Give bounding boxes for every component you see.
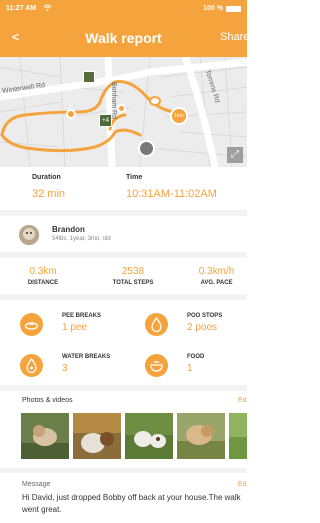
activity-name: POO STOPS (187, 313, 223, 319)
photos-header: Photos & videos Edit (0, 397, 247, 409)
photo-thumbnail[interactable] (177, 413, 225, 459)
wifi-icon (43, 4, 52, 13)
dog-card[interactable]: Brandon 54lbs, 1year, 3mo, old (0, 216, 247, 252)
stat-distance: 0.3km DISTANCE (18, 266, 68, 286)
water-drop-icon (20, 354, 43, 377)
stat-steps: 2538 TOTAL STEPS (103, 266, 163, 286)
photos-edit-button[interactable]: Edit (238, 397, 247, 404)
poo-marker-icon[interactable] (117, 104, 126, 113)
share-button[interactable]: Share (220, 31, 247, 43)
activity-grid: PEE BREAKS 1 pee POO STOPS 2 poos WATER … (0, 300, 247, 383)
header: 11:27 AM 100 % < Walk report Share (0, 0, 247, 57)
activity-count: 1 (187, 363, 193, 374)
dog-name: Brandon (52, 225, 85, 234)
walk-stats: 0.3km DISTANCE 2538 TOTAL STEPS 0.3km/h … (0, 258, 247, 292)
pee-marker-icon[interactable] (149, 96, 161, 106)
food-bowl-icon (145, 354, 168, 377)
message-edit-button[interactable]: Edit (238, 481, 247, 488)
time-value: 10:31AM-11:02AM (126, 188, 217, 200)
expand-map-icon[interactable]: ⤢ (227, 147, 243, 163)
stat-label: TOTAL STEPS (112, 280, 154, 286)
duration-label: Duration (32, 174, 61, 181)
message-text: Hi David, just dropped Bobby off back at… (22, 493, 241, 514)
activity-count: 2 poos (187, 322, 218, 333)
stat-label: DISTANCE (27, 280, 59, 286)
duration-value: 32 min (32, 188, 66, 200)
walk-map[interactable]: Winterwell Rd Bonham Rd Torrens Rd 1km +… (0, 57, 247, 167)
time-label: Time (126, 174, 143, 181)
stat-value: 0.3km (29, 266, 57, 277)
water-marker-icon[interactable] (66, 109, 76, 119)
message-title: Message (22, 481, 51, 488)
photo-thumbnail[interactable] (73, 413, 121, 459)
distance-marker-1km[interactable]: 1km (170, 107, 188, 125)
status-bar: 11:27 AM 100 % (0, 3, 247, 15)
status-time: 11:27 AM (6, 5, 37, 12)
dog-avatar (19, 225, 39, 245)
activity-count: 3 (62, 363, 68, 374)
activity-poo[interactable]: POO STOPS 2 poos (145, 310, 265, 350)
activity-pee[interactable]: PEE BREAKS 1 pee (20, 310, 140, 350)
stat-pace: 0.3km/h AVG. PACE (189, 266, 244, 286)
page-title: Walk report (85, 30, 162, 46)
battery-icon (226, 6, 241, 12)
photo-thumbnail[interactable] (21, 413, 69, 459)
photo-thumbnail[interactable] (229, 413, 247, 459)
walk-summary: Duration 32 min Time 10:31AM-11:02AM (0, 172, 247, 210)
stat-value: 2538 (121, 266, 145, 277)
photo-count-marker[interactable]: +4 (99, 114, 112, 127)
divider (0, 468, 247, 473)
photo-strip[interactable] (21, 413, 247, 459)
poo-icon (145, 313, 168, 336)
activity-name: PEE BREAKS (62, 313, 102, 319)
divider (0, 385, 247, 391)
activity-count: 1 pee (62, 322, 88, 333)
nav-bar: < Walk report Share (0, 24, 247, 54)
photo-thumbnail[interactable] (125, 413, 173, 459)
photos-title: Photos & videos (22, 397, 73, 404)
activity-name: FOOD (187, 354, 205, 360)
battery-percent: 100 % (203, 5, 223, 12)
stat-label: AVG. PACE (200, 280, 233, 286)
photo-marker-icon[interactable] (83, 71, 95, 83)
activity-name: WATER BREAKS (62, 354, 111, 360)
walker-avatar-marker[interactable] (138, 140, 155, 157)
pee-icon (20, 313, 43, 336)
stat-value: 0.3km/h (198, 266, 235, 277)
dog-details: 54lbs, 1year, 3mo, old (52, 236, 111, 242)
